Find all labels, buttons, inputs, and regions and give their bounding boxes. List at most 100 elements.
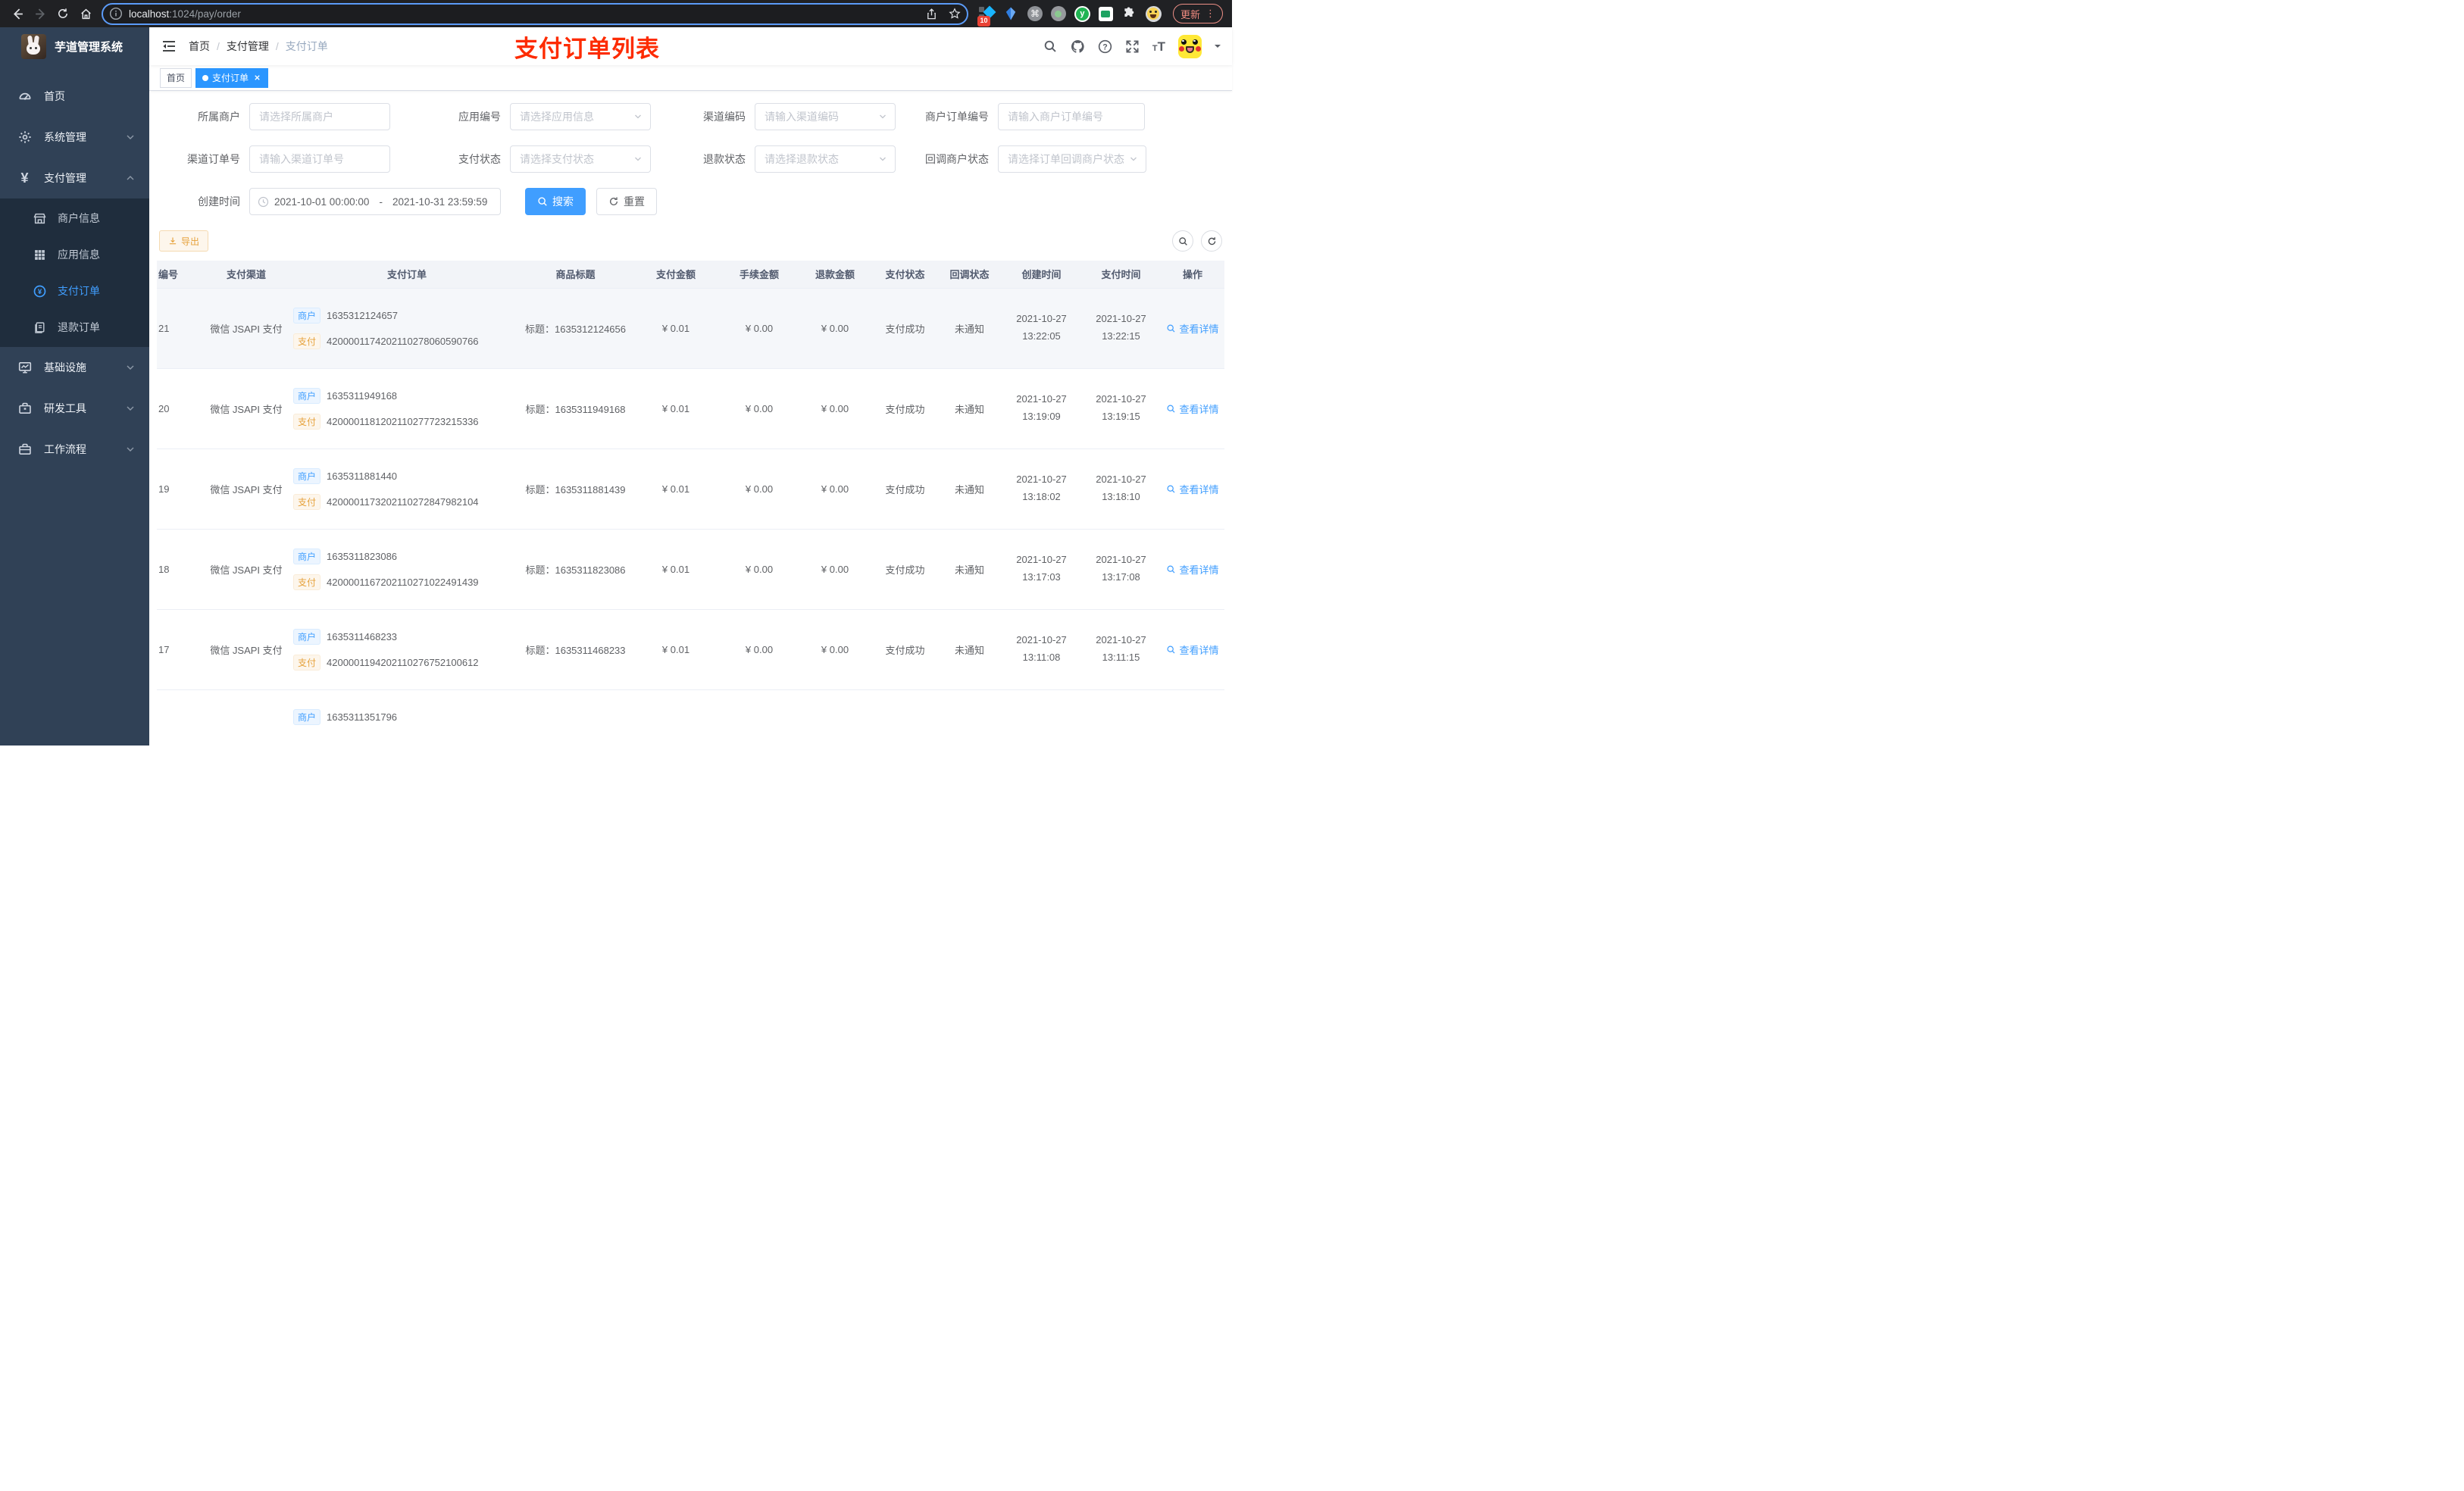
app-logo-row[interactable]: 芋道管理系统 — [0, 27, 149, 65]
fullscreen-icon[interactable] — [1125, 39, 1140, 54]
cell-paid: 2021-10-27 13:22:15 — [1081, 288, 1161, 369]
sidebar-item-refund-order[interactable]: 退款订单 — [0, 309, 149, 345]
view-detail-link[interactable]: 查看详情 — [1166, 402, 1219, 416]
browser-update-button[interactable]: 更新 ⋮ — [1172, 4, 1223, 23]
view-detail-link[interactable]: 查看详情 — [1166, 642, 1219, 657]
extensions-row: 10 ⌘ y 更新 ⋮ — [977, 4, 1223, 27]
sidebar-item-label: 应用信息 — [58, 248, 100, 261]
merchant-order-no: 1635311881440 — [327, 470, 398, 482]
cell-fee: ¥ 0.00 — [721, 449, 797, 530]
header-search-icon[interactable] — [1043, 39, 1058, 54]
tag-pay-order[interactable]: 支付订单 — [195, 67, 269, 88]
search-button[interactable]: 搜索 — [525, 188, 586, 215]
refresh-button[interactable] — [1201, 230, 1222, 252]
sidebar-item-system[interactable]: 系统管理 — [0, 117, 149, 158]
monitor-chart-icon — [17, 361, 32, 375]
chat-extension-icon[interactable] — [1098, 6, 1113, 21]
toggle-search-button[interactable] — [1172, 230, 1193, 252]
cell-notify: 未通知 — [937, 609, 1002, 690]
create-time-range-picker[interactable]: 2021-10-01 00:00:00 - 2021-10-31 23:59:5… — [249, 188, 501, 215]
merchant-select-input[interactable] — [249, 103, 390, 130]
chevron-down-icon — [880, 114, 886, 119]
clock-icon — [258, 196, 269, 207]
column-header: 支付时间 — [1081, 261, 1161, 289]
font-size-icon[interactable]: TT — [1152, 40, 1165, 53]
filter-label: 应用编号 — [458, 111, 501, 123]
column-header: 创建时间 — [1002, 261, 1081, 289]
sidebar-toggle-icon[interactable] — [161, 39, 177, 54]
app-select[interactable]: 请选择应用信息 — [510, 103, 651, 130]
breadcrumb-home[interactable]: 首页 — [189, 39, 210, 54]
help-icon[interactable]: ? — [1098, 39, 1112, 54]
cell-amount — [630, 689, 721, 746]
avatar[interactable] — [1178, 34, 1202, 58]
sidebar-item-label: 研发工具 — [44, 402, 86, 414]
sidebar-item-workflow[interactable]: 工作流程 — [0, 429, 149, 470]
back-icon[interactable] — [8, 4, 27, 23]
reset-button[interactable]: 重置 — [596, 188, 657, 215]
cell-pay-order: 商户 1635311468233 支付 42000011942021102767… — [293, 609, 521, 690]
sidebar-item-home[interactable]: 首页 — [0, 76, 149, 117]
pay-status-select[interactable]: 请选择支付状态 — [510, 145, 651, 173]
merchant-order-no: 1635311351796 — [327, 711, 398, 723]
export-button[interactable]: 导出 — [159, 230, 209, 252]
forward-icon[interactable] — [30, 4, 50, 23]
date-end-value[interactable]: 2021-10-31 23:59:59 — [392, 196, 487, 208]
sidebar-item-devtools[interactable]: 研发工具 — [0, 388, 149, 429]
command-extension-icon[interactable]: ⌘ — [1027, 6, 1043, 21]
tag-home[interactable]: 首页 — [160, 67, 192, 88]
sketch-extension-icon[interactable] — [1003, 6, 1019, 22]
filter-label: 创建时间 — [198, 195, 240, 208]
filter-form: 所属商户 应用编号 请选择应用信息 渠道编码 请输入渠道编码 商户订单编号 — [149, 91, 1232, 215]
top-navbar: 首页 / 支付管理 / 支付订单 支付订单列表 ? TT — [149, 27, 1232, 65]
merchant-tag: 商户 — [293, 307, 321, 324]
home-icon[interactable] — [76, 4, 95, 23]
pay-order-line: 支付 4200001167202110271022491439 — [293, 574, 521, 590]
recorder-extension-icon[interactable] — [1050, 6, 1066, 21]
pay-order-no: 4200001174202110278060590766 — [327, 335, 479, 347]
github-icon[interactable] — [1071, 39, 1085, 54]
refund-status-select[interactable]: 请选择退款状态 — [755, 145, 896, 173]
address-bar[interactable]: localhost:1024/pay/order — [102, 2, 968, 25]
sidebar-item-merchant-info[interactable]: 商户信息 — [0, 200, 149, 236]
avatar-caret-icon[interactable] — [1215, 45, 1221, 51]
view-detail-link[interactable]: 查看详情 — [1166, 482, 1219, 496]
merchant-order-line: 商户 1635311468233 — [293, 628, 521, 645]
sidebar-item-infra[interactable]: 基础设施 — [0, 347, 149, 388]
cell-created: 2021-10-27 13:18:02 — [1002, 449, 1081, 530]
y-extension-icon[interactable]: y — [1074, 5, 1090, 22]
view-detail-link[interactable]: 查看详情 — [1166, 562, 1219, 577]
emoji-extension-icon[interactable] — [1145, 5, 1162, 22]
view-detail-link[interactable]: 查看详情 — [1166, 321, 1219, 336]
sidebar-item-app-info[interactable]: 应用信息 — [0, 236, 149, 273]
cell-status: 支付成功 — [873, 529, 937, 610]
site-info-icon[interactable] — [109, 7, 123, 20]
reload-icon[interactable] — [53, 4, 73, 23]
merchant-order-no-input[interactable] — [998, 103, 1145, 130]
cell-action: 查看详情 — [1161, 609, 1224, 690]
sidebar-item-pay-order[interactable]: ¥ 支付订单 — [0, 273, 149, 309]
cell-id: 17 — [157, 609, 199, 690]
order-table-body: 21 微信 JSAPI 支付 商户 1635312124657 支付 42000… — [157, 288, 1224, 746]
breadcrumb-current: 支付订单 — [285, 40, 328, 52]
notify-status-select[interactable]: 请选择订单回调商户状态 — [998, 145, 1146, 173]
date-start-value[interactable]: 2021-10-01 00:00:00 — [274, 196, 369, 208]
sidebar-item-pay[interactable]: ¥ 支付管理 — [0, 158, 149, 198]
channel-code-select[interactable]: 请输入渠道编码 — [755, 103, 896, 130]
close-icon[interactable] — [253, 73, 261, 82]
cell-action: 查看详情 — [1161, 529, 1224, 610]
share-icon[interactable] — [923, 5, 941, 23]
puzzle-extensions-icon[interactable] — [1121, 6, 1137, 22]
proxy-extension-icon[interactable]: 10 — [977, 5, 996, 27]
url-text[interactable]: localhost:1024/pay/order — [129, 8, 918, 20]
filter-label: 商户订单编号 — [925, 111, 989, 123]
merchant-order-no: 1635311823086 — [327, 550, 398, 562]
cell-channel: 微信 JSAPI 支付 — [199, 368, 293, 449]
channel-order-no-input[interactable] — [249, 145, 390, 173]
column-header: 商品标题 — [521, 261, 630, 289]
merchant-order-no: 1635311468233 — [327, 630, 398, 642]
merchant-tag: 商户 — [293, 387, 321, 404]
browser-menu-icon[interactable]: ⋮ — [1205, 8, 1215, 20]
bookmark-star-icon[interactable] — [946, 5, 964, 23]
breadcrumb-pay[interactable]: 支付管理 — [227, 39, 269, 54]
